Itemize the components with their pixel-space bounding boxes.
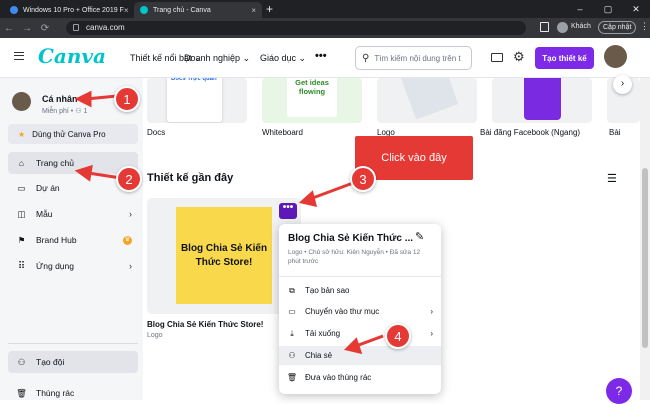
arrow-4-head: [344, 337, 363, 355]
arrow-2-head: [74, 164, 93, 182]
help-button[interactable]: ?: [606, 378, 632, 404]
arrow-3-head: [298, 190, 318, 208]
step-badge-4: 4: [385, 323, 411, 349]
arrow-3-line: [309, 181, 354, 201]
step-badge-1: 1: [114, 86, 140, 112]
step-badge-2: 2: [116, 166, 142, 192]
step-badge-3: 3: [350, 166, 376, 192]
arrow-4-line: [355, 334, 384, 348]
page-scrollbar[interactable]: [640, 78, 650, 400]
annotation-arrows: [74, 90, 384, 355]
arrow-1-head: [74, 90, 92, 108]
scrollbar-thumb[interactable]: [642, 168, 648, 348]
